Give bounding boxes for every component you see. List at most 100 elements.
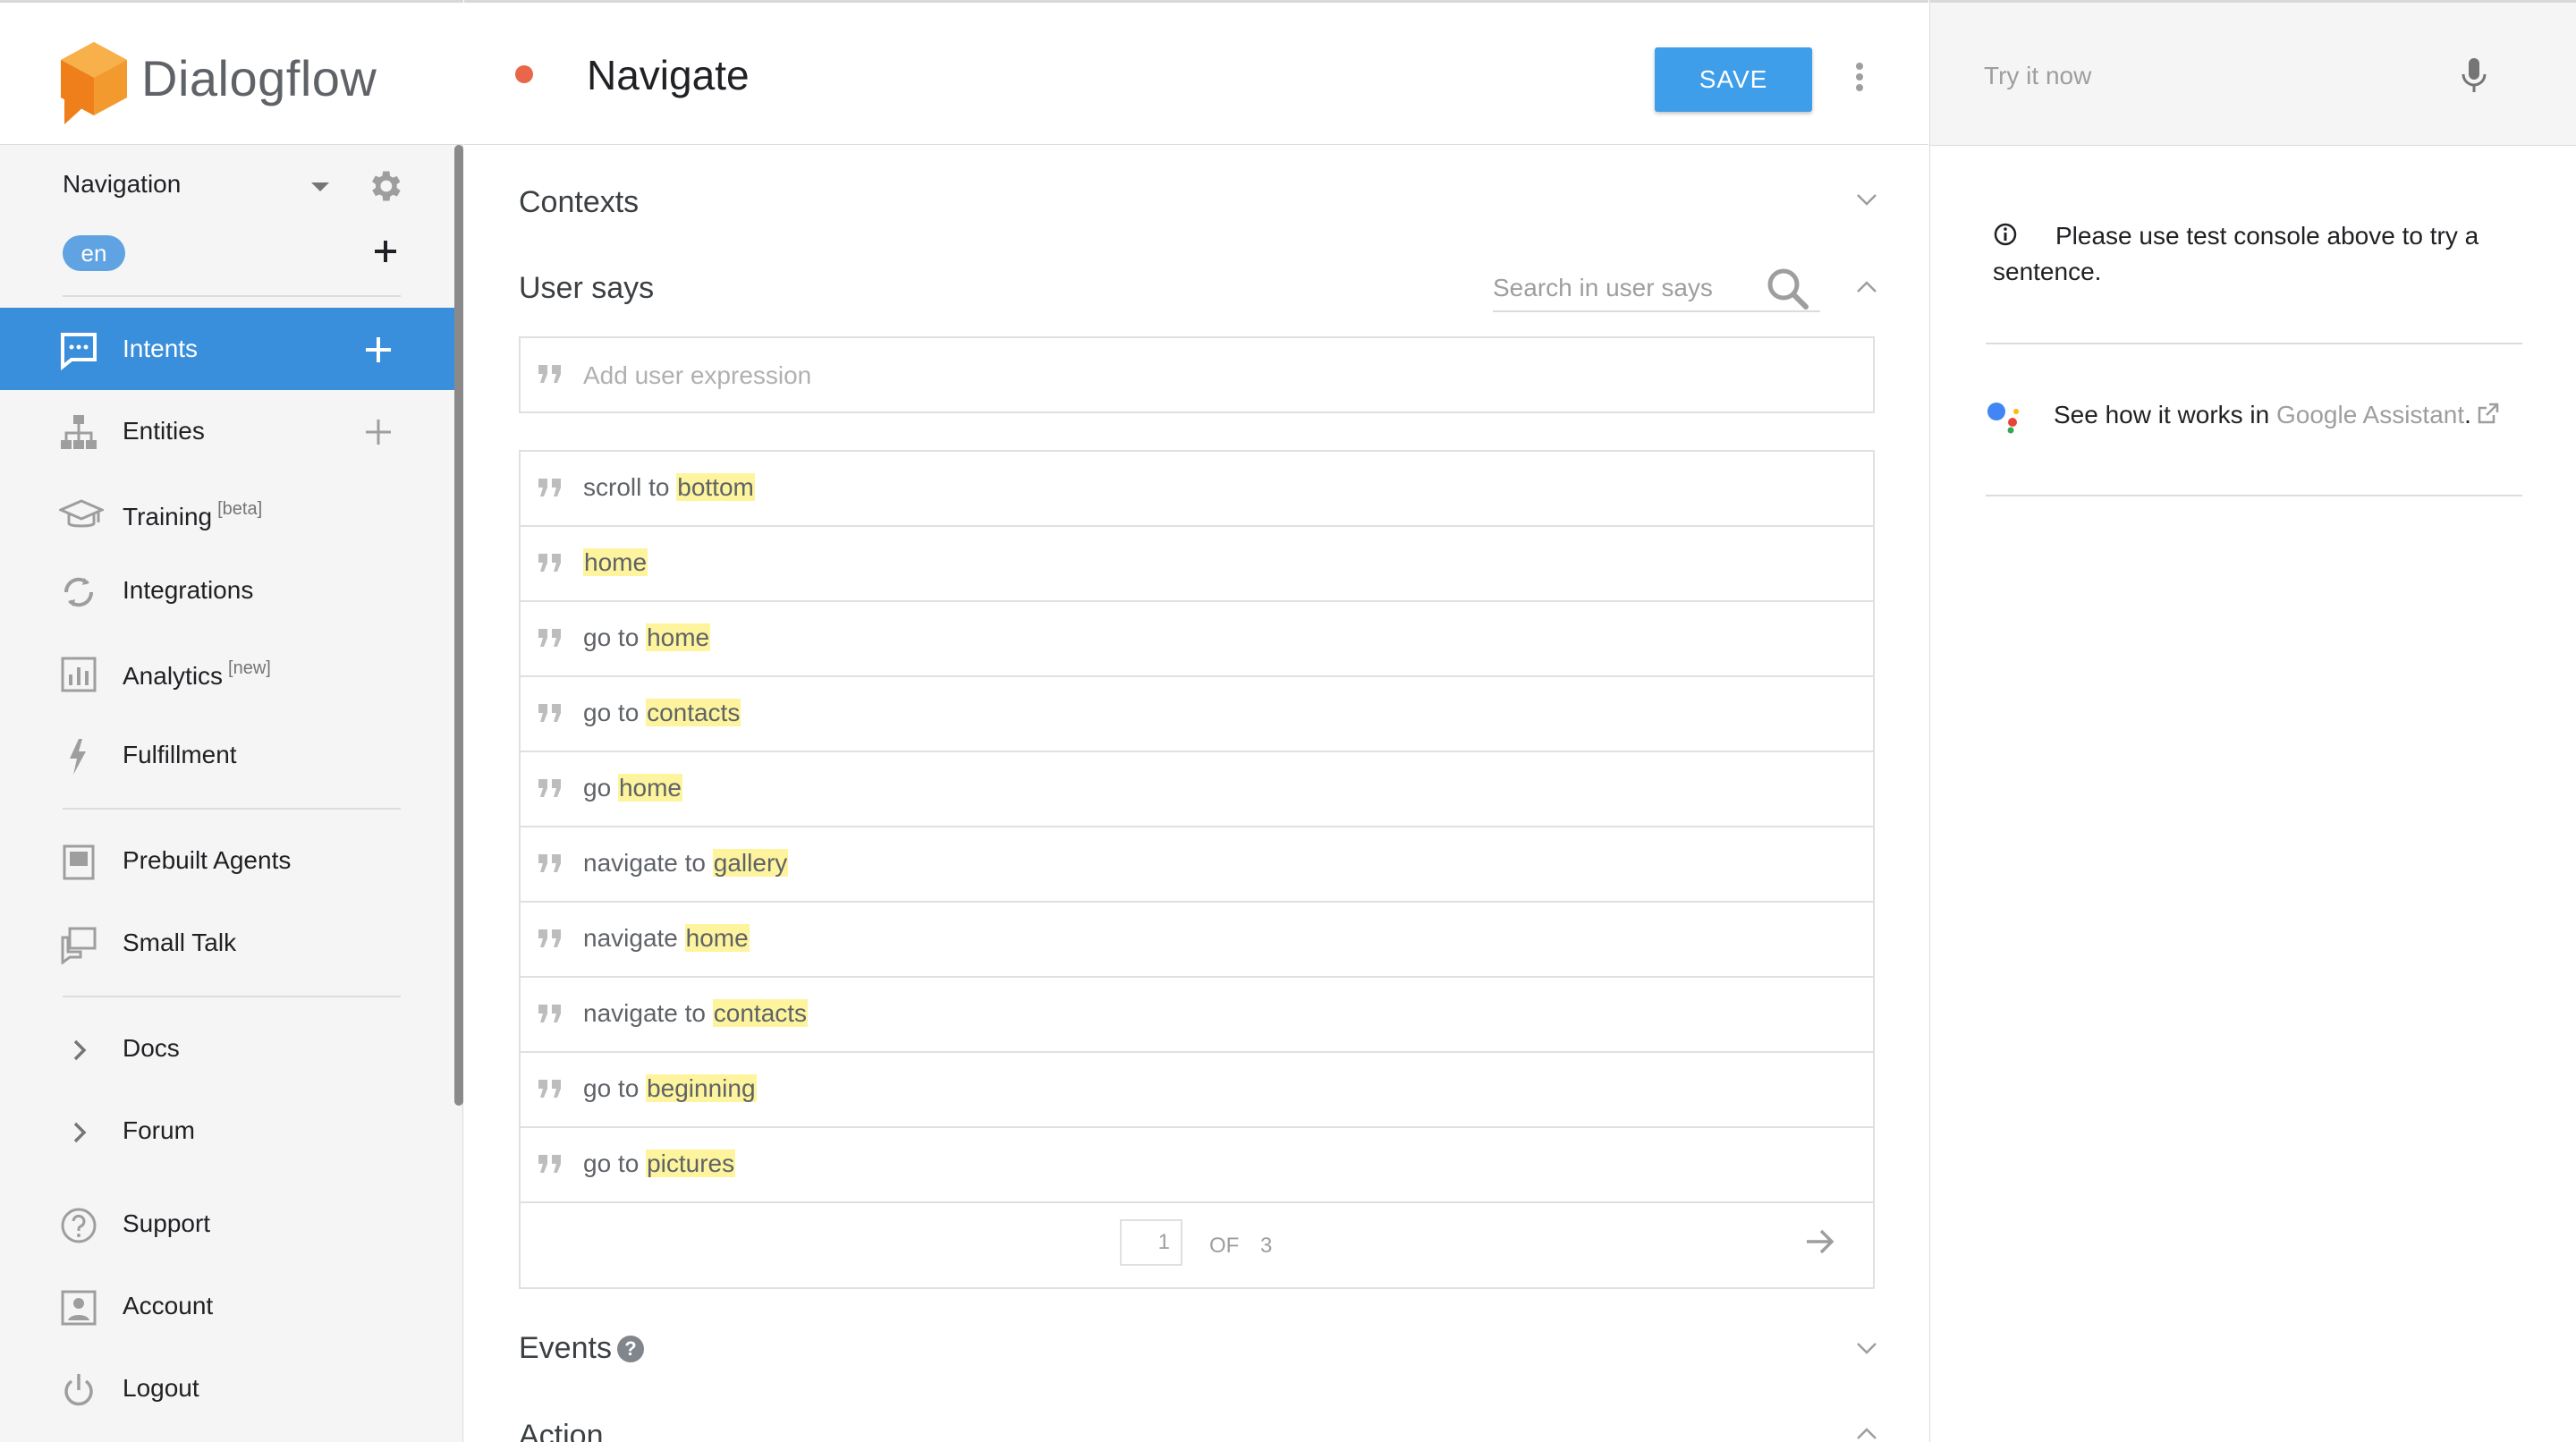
sidebar-item-account[interactable]: Account <box>0 1265 454 1347</box>
gear-icon[interactable] <box>365 166 404 206</box>
more-vert-icon[interactable] <box>1854 62 1865 92</box>
add-intent-icon[interactable] <box>363 335 394 365</box>
bar-chart-icon <box>59 655 98 694</box>
add-expression-input[interactable] <box>583 354 1835 397</box>
microphone-icon[interactable] <box>2460 56 2488 96</box>
sidebar-item-logout[interactable]: Logout <box>0 1347 454 1429</box>
sidebar-item-label: Training [beta] <box>123 499 263 530</box>
add-entity-icon[interactable] <box>363 417 394 447</box>
table-row[interactable]: home <box>521 527 1873 602</box>
agent-name: Navigation <box>63 170 182 198</box>
entity-highlight[interactable]: home <box>646 623 711 651</box>
entity-highlight[interactable]: bottom <box>676 473 755 501</box>
power-icon <box>59 1370 98 1410</box>
agent-selector[interactable]: Navigation <box>63 170 411 202</box>
expression-text[interactable]: navigate to gallery <box>583 849 789 878</box>
entity-highlight[interactable]: pictures <box>646 1149 736 1177</box>
events-section-title[interactable]: Events? <box>519 1331 644 1366</box>
chevron-up-icon[interactable] <box>1855 280 1878 294</box>
table-row[interactable]: go home <box>521 752 1873 827</box>
save-button[interactable]: SAVE <box>1655 47 1812 112</box>
entity-highlight[interactable]: home <box>617 774 682 802</box>
expression-text[interactable]: navigate home <box>583 924 750 953</box>
sidebar-scrollbar[interactable] <box>454 145 463 1106</box>
dialogflow-logo-icon <box>61 42 127 124</box>
table-row[interactable]: scroll to bottom <box>521 452 1873 527</box>
search-input[interactable] <box>1493 267 1752 309</box>
user-says-section-title[interactable]: User says <box>519 271 654 306</box>
table-row[interactable]: go to pictures <box>521 1128 1873 1203</box>
panel-divider <box>1986 495 2522 496</box>
sidebar-item-label: Prebuilt Agents <box>123 846 292 874</box>
sidebar-item-label: Analytics [new] <box>123 658 271 690</box>
sidebar-divider <box>63 295 401 297</box>
user-says-search[interactable] <box>1493 267 1820 312</box>
try-it-now-input[interactable] <box>1984 56 2449 96</box>
language-badge[interactable]: en <box>63 235 125 271</box>
chevron-right-icon <box>59 1031 98 1070</box>
sidebar-divider <box>63 808 401 810</box>
table-row[interactable]: go to contacts <box>521 677 1873 752</box>
contexts-section-title[interactable]: Contexts <box>519 185 639 220</box>
pagination: 1 OF 3 <box>521 1203 1873 1287</box>
sidebar-item-docs[interactable]: Docs <box>0 1007 454 1090</box>
entity-highlight[interactable]: contacts <box>646 699 741 726</box>
action-section-title[interactable]: Action <box>519 1419 604 1442</box>
table-row[interactable]: navigate to gallery <box>521 827 1873 903</box>
add-language-icon[interactable] <box>370 236 401 267</box>
expression-text[interactable]: go home <box>583 774 682 802</box>
help-icon[interactable]: ? <box>616 1336 644 1362</box>
search-icon[interactable] <box>1765 266 1811 312</box>
expression-text[interactable]: go to home <box>583 623 711 652</box>
expression-text[interactable]: home <box>583 548 648 577</box>
sidebar-item-entities[interactable]: Entities <box>0 390 454 472</box>
sidebar-item-integrations[interactable]: Integrations <box>0 549 454 632</box>
sidebar-item-support[interactable]: Support <box>0 1183 454 1265</box>
entity-highlight[interactable]: gallery <box>712 849 789 877</box>
panel-divider <box>1986 343 2522 344</box>
expression-text[interactable]: navigate to contacts <box>583 999 809 1028</box>
intent-title[interactable]: Navigate <box>587 51 750 99</box>
google-assistant-link[interactable]: Google Assistant <box>2276 401 2464 428</box>
table-row[interactable]: navigate home <box>521 903 1873 978</box>
sidebar: Dialogflow Navigation en Intents Entitie… <box>0 0 463 1442</box>
page-number-input[interactable]: 1 <box>1120 1219 1182 1266</box>
sidebar-item-intents[interactable]: Intents <box>0 308 454 390</box>
sidebar-item-training[interactable]: Training [beta] <box>0 472 454 555</box>
chevron-down-icon[interactable] <box>1855 1341 1878 1355</box>
expression-list: scroll to bottom home go to home go to c… <box>519 450 1875 1289</box>
expression-text[interactable]: scroll to bottom <box>583 473 755 502</box>
sidebar-item-forum[interactable]: Forum <box>0 1090 454 1172</box>
chat-icon <box>59 331 98 370</box>
entity-highlight[interactable]: home <box>684 924 750 952</box>
table-row[interactable]: navigate to contacts <box>521 978 1873 1053</box>
arrow-right-icon[interactable] <box>1805 1228 1835 1255</box>
sidebar-item-analytics[interactable]: Analytics [new] <box>0 632 454 714</box>
entity-highlight[interactable]: home <box>583 548 648 576</box>
add-expression-field[interactable] <box>519 336 1875 413</box>
caret-down-icon[interactable] <box>311 182 329 191</box>
sidebar-item-label: Small Talk <box>123 929 237 956</box>
info-message: Please use test console above to try a s… <box>1993 222 2479 285</box>
chevron-down-icon[interactable] <box>1855 192 1878 207</box>
sidebar-item-label: Intents <box>123 335 199 362</box>
quote-icon <box>537 702 564 724</box>
expression-text[interactable]: go to pictures <box>583 1149 736 1178</box>
quote-icon <box>537 777 564 799</box>
expression-text[interactable]: go to beginning <box>583 1074 757 1103</box>
table-row[interactable]: go to beginning <box>521 1053 1873 1128</box>
quote-icon <box>537 552 564 573</box>
intent-header: Navigate SAVE <box>464 0 1928 145</box>
chevron-up-icon[interactable] <box>1855 1427 1878 1441</box>
sidebar-item-label: Fulfillment <box>123 741 237 768</box>
table-row[interactable]: go to home <box>521 602 1873 677</box>
quote-icon <box>537 627 564 649</box>
sidebar-item-small-talk[interactable]: Small Talk <box>0 902 454 984</box>
sidebar-item-prebuilt-agents[interactable]: Prebuilt Agents <box>0 819 454 902</box>
entity-highlight[interactable]: contacts <box>712 999 809 1027</box>
sidebar-item-fulfillment[interactable]: Fulfillment <box>0 714 454 796</box>
quote-icon <box>537 928 564 949</box>
entity-highlight[interactable]: beginning <box>646 1074 757 1102</box>
external-link-icon[interactable] <box>2477 402 2500 425</box>
expression-text[interactable]: go to contacts <box>583 699 741 727</box>
